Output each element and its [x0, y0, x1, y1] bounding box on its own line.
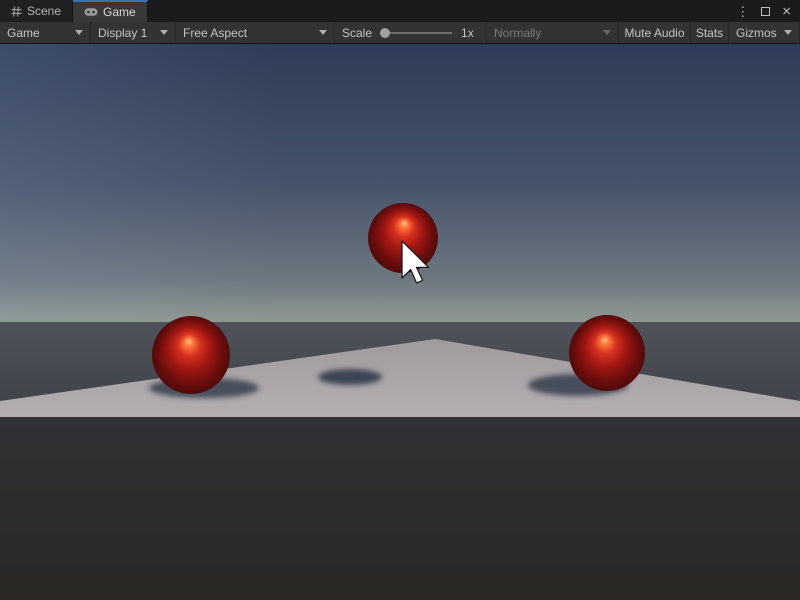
game-display-mode-dropdown[interactable]: Game [0, 22, 91, 43]
gizmos-label: Gizmos [736, 26, 777, 40]
scale-label: Scale [342, 26, 372, 40]
aspect-ratio-dropdown[interactable]: Free Aspect [176, 22, 335, 43]
game-view-toolbar: Game Display 1 Free Aspect Scale 1x Norm… [0, 22, 800, 44]
unity-game-window: Scene Game ⋮ × Game Display 1 [0, 0, 800, 600]
aspect-dropdown-label: Free Aspect [183, 26, 247, 40]
scale-control: Scale 1x [335, 22, 487, 43]
mute-audio-label: Mute Audio [624, 26, 684, 40]
chevron-down-icon [784, 30, 792, 35]
tab-bar: Scene Game ⋮ × [0, 0, 800, 22]
sky-sheen [0, 44, 800, 322]
tab-scene[interactable]: Scene [0, 0, 73, 22]
chevron-down-icon [319, 30, 327, 35]
chevron-down-icon [603, 30, 611, 35]
grid-icon [11, 6, 22, 17]
tab-game[interactable]: Game [73, 0, 148, 22]
scale-slider-track[interactable] [390, 32, 452, 34]
gizmos-dropdown[interactable]: Gizmos [729, 22, 800, 43]
sphere-shadow-center [318, 369, 382, 385]
display-dropdown-label: Display 1 [98, 26, 147, 40]
stats-label: Stats [696, 26, 723, 40]
tab-game-label: Game [103, 5, 136, 19]
chevron-down-icon [160, 30, 168, 35]
display-dropdown[interactable]: Display 1 [91, 22, 176, 43]
scale-slider-knob[interactable] [380, 28, 390, 38]
close-icon[interactable]: × [782, 4, 791, 19]
scale-value: 1x [461, 26, 474, 40]
kebab-menu-icon[interactable]: ⋮ [736, 5, 749, 18]
near-ground [0, 417, 800, 600]
play-focus-dropdown[interactable]: Normally [487, 22, 619, 43]
game-dropdown-label: Game [7, 26, 40, 40]
sphere-left [152, 316, 230, 394]
game-viewport[interactable] [0, 44, 800, 600]
stats-button[interactable]: Stats [691, 22, 729, 43]
window-controls: ⋮ × [736, 0, 800, 22]
maximize-icon[interactable] [761, 7, 770, 16]
chevron-down-icon [75, 30, 83, 35]
tab-scene-label: Scene [27, 4, 61, 18]
scale-slider[interactable] [380, 28, 452, 38]
sphere-right [569, 315, 645, 391]
mute-audio-button[interactable]: Mute Audio [619, 22, 691, 43]
play-focus-label: Normally [494, 26, 541, 40]
gamepad-icon [84, 7, 98, 17]
